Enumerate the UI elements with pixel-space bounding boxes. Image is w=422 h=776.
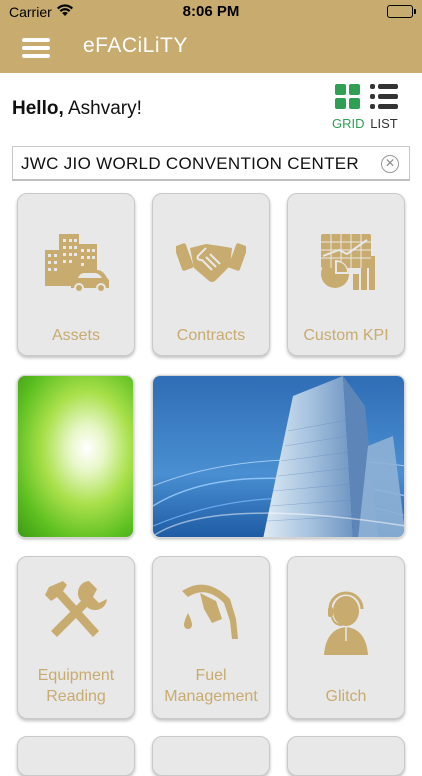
tile-label: Custom KPI	[303, 327, 389, 344]
tile-partial[interactable]	[152, 736, 270, 776]
support-agent-icon	[288, 591, 404, 655]
tile-fuel-management[interactable]: Fuel Management	[152, 556, 270, 719]
site-search-field[interactable]: JWC JIO WORLD CONVENTION CENTER ✕	[12, 146, 410, 181]
tile-glitch[interactable]: Glitch	[287, 556, 405, 719]
grid-view-toggle[interactable]: GRID	[332, 84, 365, 131]
tile-custom-kpi[interactable]: Custom KPI	[287, 193, 405, 356]
greeting-hello: Hello,	[12, 98, 64, 119]
nav-bar: eFACiLiTY	[0, 24, 422, 73]
green-banner-image	[17, 375, 134, 538]
greeting-name: Ashvary!	[67, 98, 142, 119]
tile-partial[interactable]	[17, 736, 135, 776]
tile-contracts[interactable]: Contracts	[152, 193, 270, 356]
grid-icon	[335, 84, 361, 110]
tile-label-line1: Equipment	[37, 667, 115, 684]
tile-equipment-reading[interactable]: Equipment Reading	[17, 556, 135, 719]
tile-partial[interactable]	[287, 736, 405, 776]
grid-label: GRID	[332, 116, 365, 131]
battery-icon	[387, 5, 416, 18]
site-search-value: JWC JIO WORLD CONVENTION CENTER	[21, 154, 359, 173]
handshake-icon	[153, 230, 269, 294]
tile-label-line2: Management	[164, 688, 258, 705]
list-view-toggle[interactable]: LIST	[370, 84, 398, 131]
tile-label-line1: Fuel	[195, 667, 227, 684]
tile-label-line2: Reading	[46, 688, 106, 705]
tile-label: Assets	[51, 327, 100, 344]
tile-assets[interactable]: Assets	[17, 193, 135, 356]
status-bar: Carrier 8:06 PM	[0, 0, 422, 24]
clear-icon[interactable]: ✕	[381, 155, 399, 173]
tools-icon	[18, 579, 134, 643]
list-label: LIST	[370, 116, 398, 131]
fuel-nozzle-icon	[153, 579, 269, 643]
tile-label: Contracts	[176, 327, 246, 344]
app-title: eFACiLiTY	[83, 34, 188, 57]
buildings-car-icon	[18, 230, 134, 294]
hamburger-menu-icon[interactable]	[22, 38, 50, 58]
building-banner-image	[152, 375, 405, 538]
greeting: Hello, Ashvary!	[12, 98, 142, 120]
tile-label: Glitch	[325, 688, 367, 705]
kpi-chart-icon	[288, 230, 404, 294]
list-icon	[370, 84, 398, 110]
status-time: 8:06 PM	[182, 3, 240, 20]
